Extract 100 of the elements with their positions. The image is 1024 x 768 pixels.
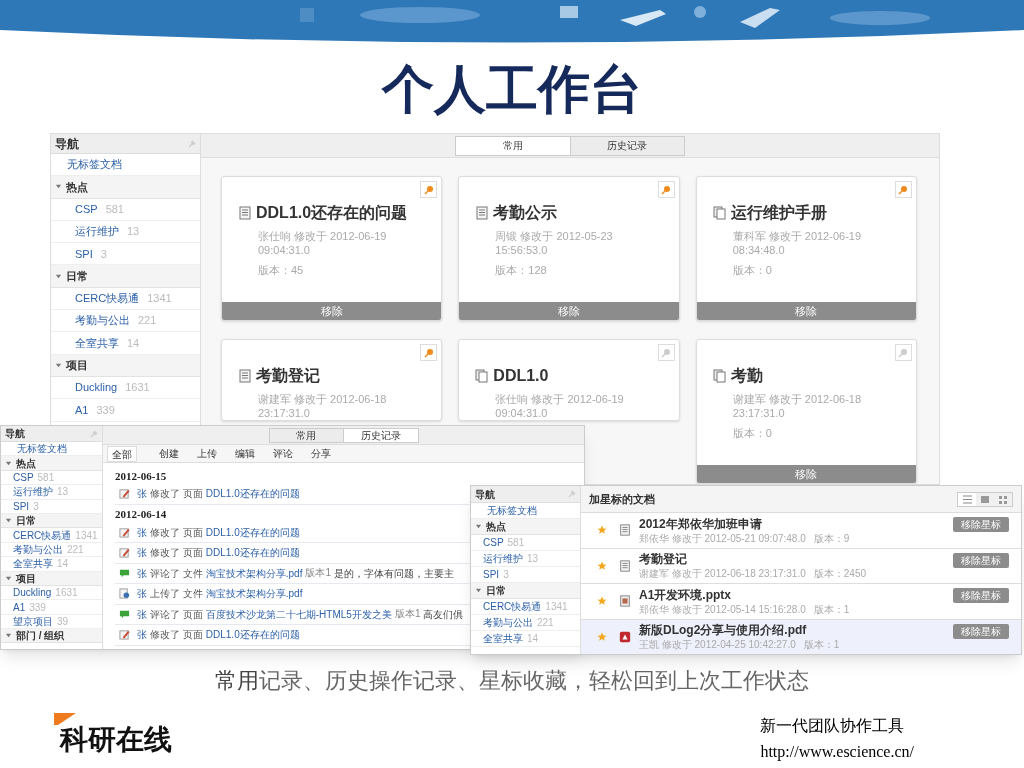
document-card[interactable]: 考勤 谢建军 修改于 2012-06-18 23:17:31.0 版本：0 移除	[695, 339, 917, 484]
nav-link[interactable]: 全室共享	[13, 556, 53, 572]
filter-tab[interactable]: 上传	[193, 445, 221, 462]
starred-row[interactable]: A1开发环境.pptx 郑依华 修改于 2012-05-14 15:16:28.0 版本：1 移除星标	[581, 584, 1021, 620]
nav-link[interactable]: 运行维护	[75, 223, 119, 240]
item-count: 1341	[545, 600, 568, 614]
document-card[interactable]: DDL1.0还存在的问题 张仕响 修改于 2012-06-19 09:04:31.0 版本：45 移除	[221, 176, 443, 321]
pin-button[interactable]	[895, 344, 912, 361]
filter-tab[interactable]: 编辑	[231, 445, 259, 462]
author-line: 谢建军 修改于 2012-06-18	[732, 392, 863, 406]
caret-icon[interactable]	[5, 517, 12, 525]
document-title[interactable]: 新版DLog2分享与使用介绍.pdf	[639, 622, 953, 639]
nav-link[interactable]: 无标签文档	[67, 156, 122, 173]
nav-group[interactable]: 日常	[16, 513, 36, 529]
nav-group[interactable]: 日常	[66, 267, 88, 285]
caret-icon[interactable]	[475, 523, 482, 530]
starred-row[interactable]: 考勤登记 谢建军 修改于 2012-06-18 23:17:31.0 版本：2450 移除星标	[581, 548, 1021, 584]
pin-button[interactable]	[420, 181, 438, 198]
document-card[interactable]: 运行维护手册 董科军 修改于 2012-06-19 08:34:48.0 版本：0 移除	[695, 176, 917, 321]
nav-link[interactable]: SPI	[483, 567, 500, 582]
star-icon[interactable]	[597, 596, 607, 607]
document-link[interactable]: 百度技术沙龙第二十七期-HTML5开发之美	[205, 606, 392, 622]
tab[interactable]: 历史记录	[343, 428, 418, 442]
nav-link[interactable]: 考勤与公出	[13, 541, 63, 557]
caret-icon[interactable]	[55, 361, 62, 369]
document-card[interactable]: DDL1.0 张仕响 修改于 2012-06-19 09:04:31.0	[458, 339, 680, 421]
pin-icon[interactable]	[90, 429, 98, 438]
card-title[interactable]: 考勤	[730, 364, 763, 388]
card-title[interactable]: 考勤公示	[493, 201, 558, 225]
item-count: 3	[100, 246, 107, 262]
grid-view-icon[interactable]	[994, 492, 1012, 506]
website-url[interactable]: http://www.escience.cn/	[760, 739, 914, 765]
nav-link[interactable]: 考勤与公出	[483, 615, 533, 630]
card-title[interactable]: DDL1.0	[493, 364, 549, 388]
tab[interactable]: 常用	[456, 136, 570, 155]
nav-link[interactable]: CSP	[13, 470, 34, 485]
caret-icon[interactable]	[55, 272, 62, 280]
nav-group[interactable]: 项目	[66, 357, 88, 374]
nav-link[interactable]: SPI	[75, 245, 93, 263]
item-count: 581	[105, 202, 124, 217]
nav-link[interactable]: CERC快易通	[483, 599, 542, 614]
caret-icon[interactable]	[5, 632, 12, 640]
caret-icon[interactable]	[5, 459, 12, 467]
nav-link[interactable]: 运行维护	[483, 551, 523, 566]
nav-link[interactable]: 全室共享	[483, 631, 523, 646]
card-title[interactable]: DDL1.0还存在的问题	[256, 201, 408, 225]
caret-icon[interactable]	[5, 574, 12, 582]
nav-link[interactable]: 运行维护	[13, 484, 53, 500]
nav-link[interactable]: A1	[75, 401, 89, 419]
document-link[interactable]: DDL1.0还存在的问题	[205, 627, 300, 643]
compact-view-icon[interactable]	[976, 492, 994, 506]
nav-link[interactable]: Duckling	[13, 585, 52, 601]
pin-button[interactable]	[657, 344, 675, 361]
starred-row[interactable]: 新版DLog2分享与使用介绍.pdf 王凯 修改于 2012-04-25 10:42:27.0 版本：1 移除星标	[581, 619, 1021, 654]
star-icon[interactable]	[597, 631, 607, 642]
document-title[interactable]: A1开发环境.pptx	[639, 586, 953, 603]
nav-link[interactable]: SPI	[13, 498, 30, 514]
nav-group[interactable]: 热点	[66, 178, 88, 196]
document-link[interactable]: 淘宝技术架构分享.pdf	[205, 586, 303, 602]
nav-link[interactable]: 无标签文档	[487, 503, 537, 518]
pdf-file-icon	[619, 630, 631, 643]
star-icon[interactable]	[597, 560, 607, 571]
document-link[interactable]: DDL1.0还存在的问题	[205, 486, 300, 502]
filter-tab[interactable]: 评论	[269, 445, 297, 462]
nav-link[interactable]: CSP	[483, 535, 504, 550]
document-card[interactable]: 考勤登记 谢建军 修改于 2012-06-18 23:17:31.0	[221, 339, 443, 421]
filter-tab[interactable]: 全部	[107, 445, 137, 462]
caret-icon[interactable]	[475, 587, 482, 594]
document-card[interactable]: 考勤公示 周锻 修改于 2012-05-23 15:56:53.0 版本：128 移除	[458, 176, 680, 321]
card-title[interactable]: 运行维护手册	[730, 201, 827, 225]
item-count: 13	[527, 552, 539, 566]
document-link[interactable]: 淘宝技术架构分享.pdf	[205, 565, 303, 581]
pin-icon	[423, 184, 434, 195]
star-icon[interactable]	[597, 525, 607, 536]
nav-link[interactable]: 无标签文档	[17, 441, 67, 457]
caret-icon[interactable]	[55, 183, 62, 191]
card-title[interactable]: 考勤登记	[256, 364, 320, 388]
nav-link[interactable]: 考勤与公出	[75, 312, 130, 329]
nav-link[interactable]: CERC快易通	[13, 527, 72, 543]
document-title[interactable]: 考勤登记	[639, 551, 953, 568]
filter-tab[interactable]: 分享	[307, 445, 335, 462]
nav-link[interactable]: CSP	[75, 201, 98, 218]
document-title[interactable]: 2012年郑依华加班申请	[639, 515, 953, 532]
document-link[interactable]: DDL1.0还存在的问题	[205, 545, 300, 561]
nav-link[interactable]: CERC快易通	[75, 290, 140, 307]
document-link[interactable]: DDL1.0还存在的问题	[205, 524, 300, 540]
nav-link[interactable]: A1	[13, 599, 26, 615]
filter-tab[interactable]: 创建	[155, 445, 183, 462]
view-toggle[interactable]	[957, 491, 1013, 507]
pin-button[interactable]	[895, 181, 912, 198]
pin-icon[interactable]	[568, 490, 576, 498]
nav-link[interactable]: 全室共享	[75, 334, 119, 352]
nav-group[interactable]: 日常	[486, 583, 506, 598]
nav-link[interactable]: 望京项目	[13, 613, 53, 629]
nav-group[interactable]: 热点	[486, 519, 506, 534]
pin-icon[interactable]	[188, 139, 196, 148]
pin-button[interactable]	[420, 344, 438, 361]
starred-row[interactable]: 2012年郑依华加班申请 郑依华 修改于 2012-05-21 09:07:48.0 版本：9 移除星标	[581, 513, 1021, 549]
nav-link[interactable]: Duckling	[75, 379, 118, 396]
pin-button[interactable]	[657, 181, 675, 198]
